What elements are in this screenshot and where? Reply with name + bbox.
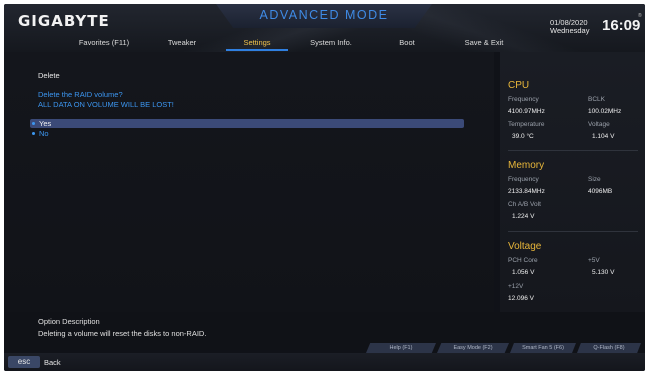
q-flash-button[interactable]: Q-Flash (F8) [577, 343, 641, 353]
cpu-temperature-label: Temperature [508, 121, 545, 128]
tab-boot[interactable]: Boot [382, 38, 432, 52]
option-yes[interactable]: Yes [30, 119, 464, 128]
plus5v-value: 5.130 V [592, 269, 615, 276]
option-no-label: No [39, 129, 49, 138]
cpu-bclk-label: BCLK [588, 96, 605, 103]
cpu-bclk-value: 100.02MHz [588, 108, 622, 115]
option-no[interactable]: No [30, 129, 464, 138]
esc-key-button[interactable]: esc [8, 356, 40, 368]
memory-size-label: Size [588, 176, 601, 183]
memory-chab-label: Ch A/B Volt [508, 201, 541, 208]
registered-mark: ® [638, 13, 642, 19]
option-yes-label: Yes [39, 119, 52, 128]
bullet-icon [32, 132, 35, 135]
mode-title: ADVANCED MODE [259, 8, 389, 22]
date-display: 01/08/2020 Wednesday [550, 19, 589, 35]
cpu-section-title: CPU [508, 80, 530, 91]
panel-divider [508, 150, 638, 151]
pch-core-label: PCH Core [508, 257, 538, 264]
pch-core-value: 1.056 V [512, 269, 535, 276]
hardware-monitor-panel: CPU Frequency BCLK 4100.97MHz 100.02MHz … [500, 52, 645, 312]
active-tab-indicator [226, 49, 288, 51]
voltage-section-title: Voltage [508, 241, 542, 252]
delete-prompt: Delete the RAID volume? [38, 90, 123, 99]
back-label: Back [44, 358, 61, 367]
help-button[interactable]: Help (F1) [366, 343, 436, 353]
plus5v-label: +5V [588, 257, 600, 264]
cpu-temperature-value: 39.0 °C [512, 133, 534, 140]
footer-bar: esc Back [4, 353, 645, 371]
data-loss-warning: ALL DATA ON VOLUME WILL BE LOST! [38, 100, 174, 109]
cpu-frequency-label: Frequency [508, 96, 539, 103]
time-display: 16:09 [602, 17, 641, 34]
memory-chab-value: 1.224 V [512, 213, 535, 220]
main-content: Delete Delete the RAID volume? ALL DATA … [4, 52, 494, 312]
memory-size-value: 4096MB [588, 188, 613, 195]
tab-system-info[interactable]: System Info. [296, 38, 366, 52]
page-title: Delete [38, 71, 60, 80]
bullet-icon [32, 122, 35, 125]
bios-screen: GIGABYTE ADVANCED MODE 01/08/2020 Wednes… [4, 4, 645, 371]
tab-favorites[interactable]: Favorites (F11) [64, 38, 144, 52]
easy-mode-button[interactable]: Easy Mode (F2) [437, 343, 509, 353]
memory-section-title: Memory [508, 160, 545, 171]
cpu-voltage-value: 1.104 V [592, 133, 615, 140]
weekday-value: Wednesday [550, 26, 590, 35]
plus12v-label: +12V [508, 283, 524, 290]
memory-frequency-value: 2133.84MHz [508, 188, 545, 195]
option-description-text: Deleting a volume will reset the disks t… [38, 329, 207, 338]
option-description-title: Option Description [38, 317, 100, 326]
cpu-frequency-value: 4100.97MHz [508, 108, 545, 115]
plus12v-value: 12.096 V [508, 295, 535, 302]
main-tabs: Favorites (F11) Tweaker Settings System … [64, 38, 544, 52]
header-bar: GIGABYTE ADVANCED MODE 01/08/2020 Wednes… [4, 4, 645, 52]
tab-save-exit[interactable]: Save & Exit [454, 38, 514, 52]
tab-tweaker[interactable]: Tweaker [152, 38, 212, 52]
memory-frequency-label: Frequency [508, 176, 539, 183]
brand-logo: GIGABYTE [18, 12, 110, 30]
cpu-voltage-label: Voltage [588, 121, 610, 128]
panel-divider [508, 231, 638, 232]
smart-fan-button[interactable]: Smart Fan 5 (F6) [510, 343, 576, 353]
